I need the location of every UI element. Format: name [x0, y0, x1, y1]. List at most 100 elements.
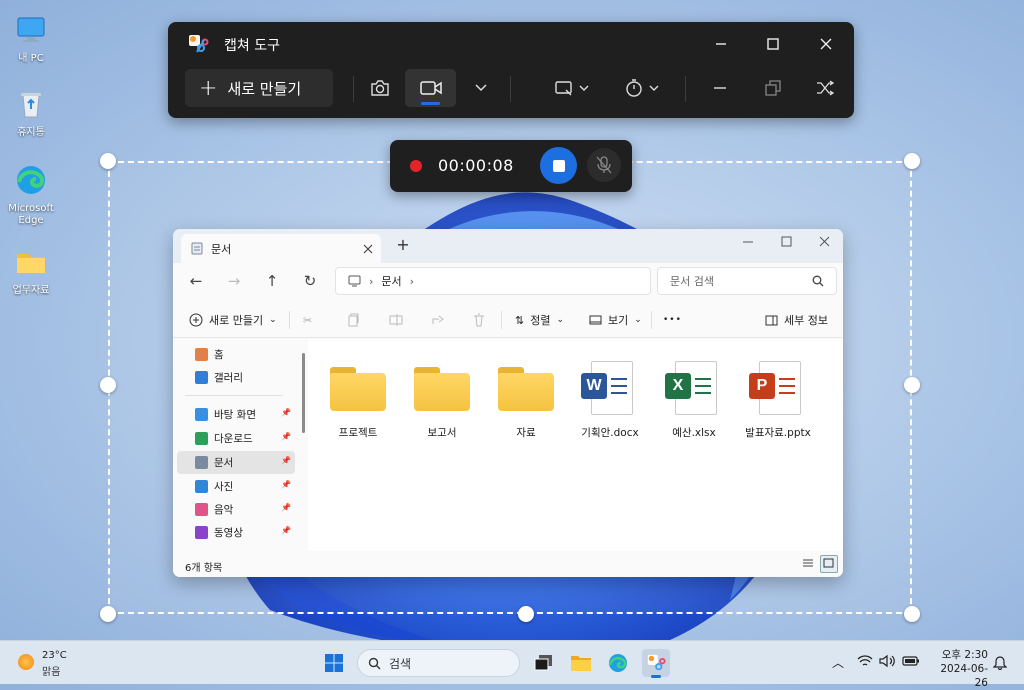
active-mode-indicator — [421, 102, 440, 105]
video-mode-button[interactable] — [405, 69, 456, 107]
notifications-button[interactable] — [992, 654, 1008, 673]
nav-item[interactable]: 다운로드 📌 — [177, 427, 295, 450]
desktop-icon-this-pc[interactable]: 내 PC — [0, 14, 62, 65]
file-item[interactable]: W 기획안.docx — [570, 359, 650, 440]
arrow-right-icon: → — [227, 272, 241, 290]
battery-status[interactable] — [902, 655, 920, 670]
details-pane-button[interactable]: 세부 정보 — [765, 310, 828, 330]
maximize-button[interactable] — [758, 32, 788, 56]
view-icon — [589, 315, 602, 324]
selection-handle-top-left[interactable] — [100, 153, 116, 169]
file-name: 발표자료.pptx — [745, 427, 811, 439]
breadcrumb-documents[interactable]: 문서 — [381, 273, 401, 289]
desktop-icon-edge[interactable]: Microsoft Edge — [0, 164, 62, 227]
nav-item[interactable]: 바탕 화면 📌 — [177, 403, 295, 426]
microphone-toggle-button[interactable] — [587, 148, 621, 182]
address-bar[interactable]: › 문서 › — [335, 267, 651, 295]
maximize-icon — [767, 38, 779, 50]
pin-icon: 📌 — [281, 408, 291, 417]
back-button[interactable]: ← — [185, 271, 207, 291]
taskbar-search[interactable]: 검색 — [357, 649, 520, 677]
wifi-icon — [857, 655, 873, 666]
command-divider — [289, 311, 290, 329]
view-button[interactable]: 보기 ⌄ — [589, 310, 642, 330]
tiles-view-button[interactable] — [820, 555, 838, 573]
stop-recording-button[interactable] — [540, 147, 577, 184]
desktop-icon-label: 휴지통 — [17, 127, 45, 138]
explorer-minimize-button[interactable] — [741, 235, 761, 255]
volume-status[interactable] — [879, 654, 897, 671]
selection-handle-left[interactable] — [100, 377, 116, 393]
task-view-button[interactable] — [530, 649, 558, 677]
file-item[interactable]: 자료 — [486, 359, 566, 440]
minimize-button[interactable] — [706, 32, 736, 56]
list-view-button[interactable] — [802, 557, 816, 571]
file-item[interactable]: X 예산.xlsx — [654, 359, 734, 440]
maximize-icon — [781, 236, 792, 247]
delete-button[interactable] — [473, 310, 485, 330]
selection-handle-bottom-right[interactable] — [904, 606, 920, 622]
new-item-button[interactable]: 새로 만들기 ⌄ — [189, 310, 277, 330]
file-item[interactable]: P 발표자료.pptx — [738, 359, 818, 440]
tiles-view-icon — [823, 558, 834, 568]
wifi-status[interactable] — [857, 654, 873, 671]
selection-handle-top-right[interactable] — [904, 153, 920, 169]
nav-item[interactable]: 갤러리 — [177, 366, 295, 389]
desktop-icon-recycle-bin[interactable]: 휴지통 — [0, 88, 62, 139]
file-name: 예산.xlsx — [672, 427, 716, 439]
show-hidden-icons-button[interactable]: ︿ — [832, 654, 844, 671]
shuffle-close-button[interactable] — [810, 69, 840, 107]
screenshot-mode-button[interactable] — [364, 69, 396, 107]
close-button[interactable] — [811, 32, 841, 56]
close-icon[interactable] — [363, 244, 373, 254]
selection-handle-bottom-left[interactable] — [100, 606, 116, 622]
clock[interactable]: 오후 2:30 2024-06-26 — [930, 648, 988, 690]
capture-area-dropdown[interactable] — [548, 69, 596, 107]
rename-button[interactable] — [389, 310, 403, 330]
explorer-close-button[interactable] — [817, 235, 837, 255]
nav-item[interactable]: 홈 — [177, 343, 295, 366]
start-button[interactable] — [320, 649, 348, 677]
nav-item[interactable]: 사진 📌 — [177, 475, 295, 498]
cut-button[interactable]: ✂ — [303, 310, 312, 330]
desktop-icon-work-folder[interactable]: 업무자료 — [0, 246, 62, 297]
collapse-button[interactable] — [705, 69, 735, 107]
file-explorer-taskbar-button[interactable] — [567, 649, 595, 677]
refresh-icon: ↻ — [303, 272, 317, 290]
navigation-scrollbar[interactable] — [302, 353, 305, 433]
file-item[interactable]: 프로젝트 — [318, 359, 398, 440]
timer-dropdown[interactable] — [618, 69, 666, 107]
minus-icon — [714, 87, 726, 89]
mode-dropdown-button[interactable] — [466, 69, 496, 107]
up-button[interactable]: ↑ — [261, 271, 283, 291]
sort-button[interactable]: ⇅ 정렬 ⌄ — [515, 310, 564, 330]
breadcrumb-separator: › — [369, 274, 374, 288]
chevron-down-icon: ⌄ — [634, 315, 642, 325]
toolbar-divider — [353, 76, 354, 102]
speaker-icon — [879, 654, 895, 668]
refresh-button[interactable]: ↻ — [299, 271, 321, 291]
explorer-maximize-button[interactable] — [779, 235, 799, 255]
edge-taskbar-button[interactable] — [604, 649, 632, 677]
recording-timer: 00:00:08 — [438, 156, 514, 175]
desktop-icon-label: 업무자료 — [12, 285, 50, 296]
arrow-left-icon: ← — [189, 272, 203, 290]
music-icon — [195, 503, 208, 516]
forward-button[interactable]: → — [223, 271, 245, 291]
nav-item[interactable]: 동영상 📌 — [177, 521, 295, 544]
new-capture-button[interactable]: + 새로 만들기 — [185, 69, 333, 107]
selection-handle-right[interactable] — [904, 377, 920, 393]
snipping-tool-taskbar-button[interactable] — [642, 649, 670, 678]
weather-widget[interactable]: 23°C 맑음 — [16, 650, 106, 678]
copy-button[interactable] — [347, 310, 359, 330]
tab-documents[interactable]: 문서 — [181, 234, 381, 263]
more-options-button[interactable]: ••• — [663, 310, 682, 330]
file-item[interactable]: 보고서 — [402, 359, 482, 440]
nav-item[interactable]: 문서 📌 — [177, 451, 295, 474]
new-tab-button[interactable]: + — [393, 235, 413, 257]
selection-handle-bottom[interactable] — [518, 606, 534, 622]
nav-item[interactable]: 음악 📌 — [177, 498, 295, 521]
share-button[interactable] — [431, 310, 445, 330]
search-box[interactable]: 문서 검색 — [657, 267, 837, 295]
restore-button[interactable] — [758, 69, 788, 107]
